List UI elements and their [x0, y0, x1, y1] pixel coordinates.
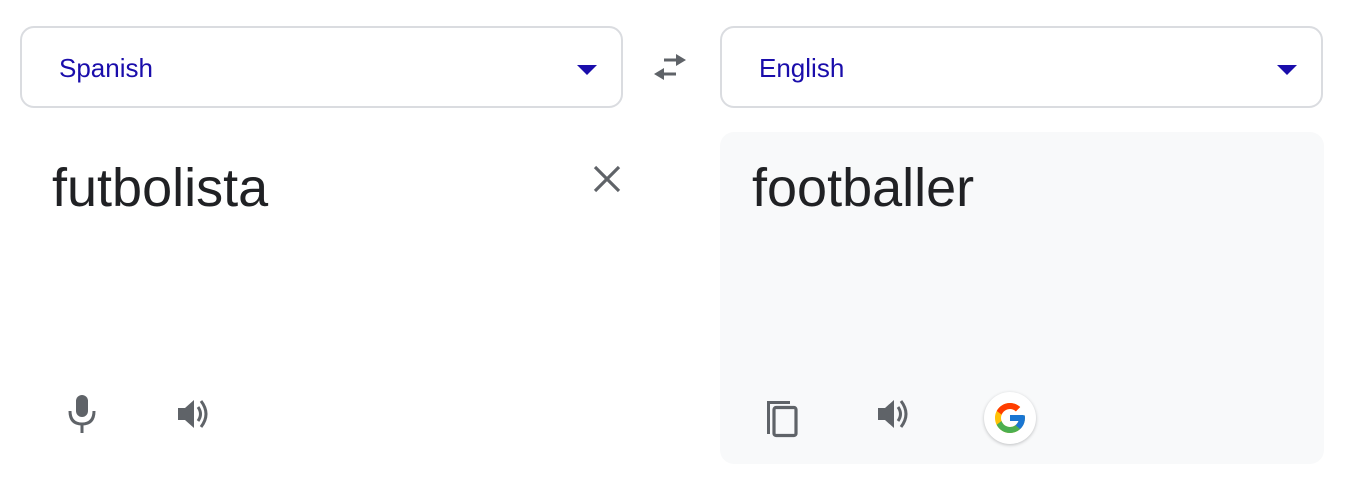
chevron-down-icon: [577, 65, 597, 75]
clear-text-button[interactable]: [586, 158, 628, 200]
copy-icon: [767, 401, 798, 438]
chevron-down-icon: [1277, 65, 1297, 75]
speaker-icon: [178, 400, 208, 428]
translation-output: footballer: [752, 158, 975, 218]
source-language-select[interactable]: Spanish: [20, 26, 623, 108]
microphone-icon: [68, 395, 96, 433]
copy-translation-button[interactable]: [756, 392, 808, 444]
speaker-icon: [878, 400, 908, 428]
voice-input-button[interactable]: [56, 388, 108, 440]
listen-translation-button[interactable]: [868, 388, 920, 440]
translation-panel: footballer: [720, 132, 1324, 464]
swap-languages-button[interactable]: [645, 46, 695, 88]
source-language-label: Spanish: [59, 53, 153, 83]
google-logo-icon: [995, 403, 1025, 433]
source-text-input[interactable]: futbolista: [52, 156, 268, 220]
close-icon: [593, 165, 621, 193]
target-language-label: English: [759, 53, 845, 83]
listen-source-button[interactable]: [168, 388, 220, 440]
target-language-select[interactable]: English: [720, 26, 1323, 108]
swap-arrows-icon: [654, 54, 686, 80]
google-translate-link[interactable]: [984, 392, 1036, 444]
